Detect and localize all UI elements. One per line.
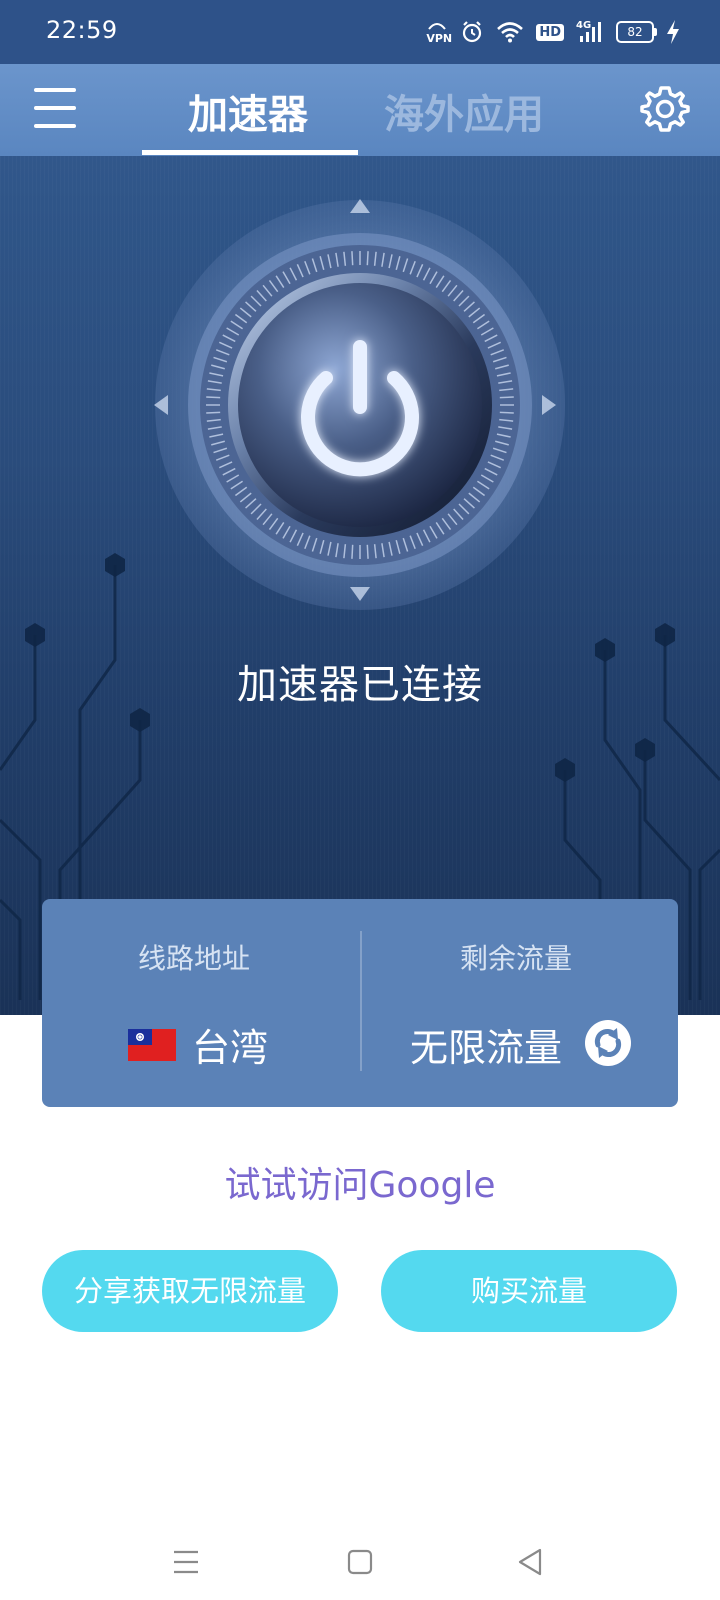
vpn-key-icon: VPN	[426, 21, 453, 45]
signal-4g-icon: 4G	[576, 20, 604, 44]
refresh-icon[interactable]	[584, 1019, 632, 1067]
share-for-unlimited-button[interactable]: 分享获取无限流量	[42, 1250, 338, 1332]
wifi-icon	[497, 22, 524, 43]
gear-icon[interactable]	[640, 84, 690, 134]
taiwan-flag-icon	[128, 1028, 176, 1061]
back-icon[interactable]	[510, 1542, 550, 1582]
route-selector[interactable]: 台湾	[128, 1017, 268, 1072]
vpn-label: VPN	[426, 31, 453, 45]
recent-apps-icon[interactable]	[166, 1542, 206, 1582]
tab-accelerator[interactable]: 加速器	[188, 82, 308, 140]
app-bar: 加速器 海外应用	[0, 64, 720, 156]
route-value: 台湾	[192, 1026, 269, 1070]
hd-icon: HD	[536, 23, 564, 41]
status-bar: 22:59 VPN HD 4G 82	[0, 0, 720, 64]
home-icon[interactable]	[340, 1542, 380, 1582]
power-button[interactable]	[230, 280, 490, 540]
remaining-traffic-label: 剩余流量	[460, 942, 573, 975]
alarm-icon	[463, 21, 482, 43]
status-time: 22:59	[46, 16, 118, 44]
charging-bolt-icon	[667, 20, 679, 44]
connection-status-text: 加速器已连接	[237, 662, 483, 708]
hamburger-menu-icon[interactable]	[34, 86, 78, 130]
battery-icon: 82	[616, 21, 657, 43]
status-icons: VPN HD 4G 82	[426, 18, 680, 46]
buy-traffic-button[interactable]: 购买流量	[381, 1250, 677, 1332]
try-google-link[interactable]: 试试访问Google	[0, 1156, 720, 1208]
route-label: 线路地址	[138, 942, 251, 975]
system-nav-bar	[0, 1520, 720, 1600]
active-tab-indicator	[142, 150, 358, 155]
remaining-traffic-value: 无限流量	[410, 1026, 563, 1070]
info-card: 线路地址 剩余流量 台湾 无限流量	[42, 899, 678, 1107]
card-divider	[360, 931, 362, 1071]
tab-overseas-apps[interactable]: 海外应用	[384, 82, 544, 140]
